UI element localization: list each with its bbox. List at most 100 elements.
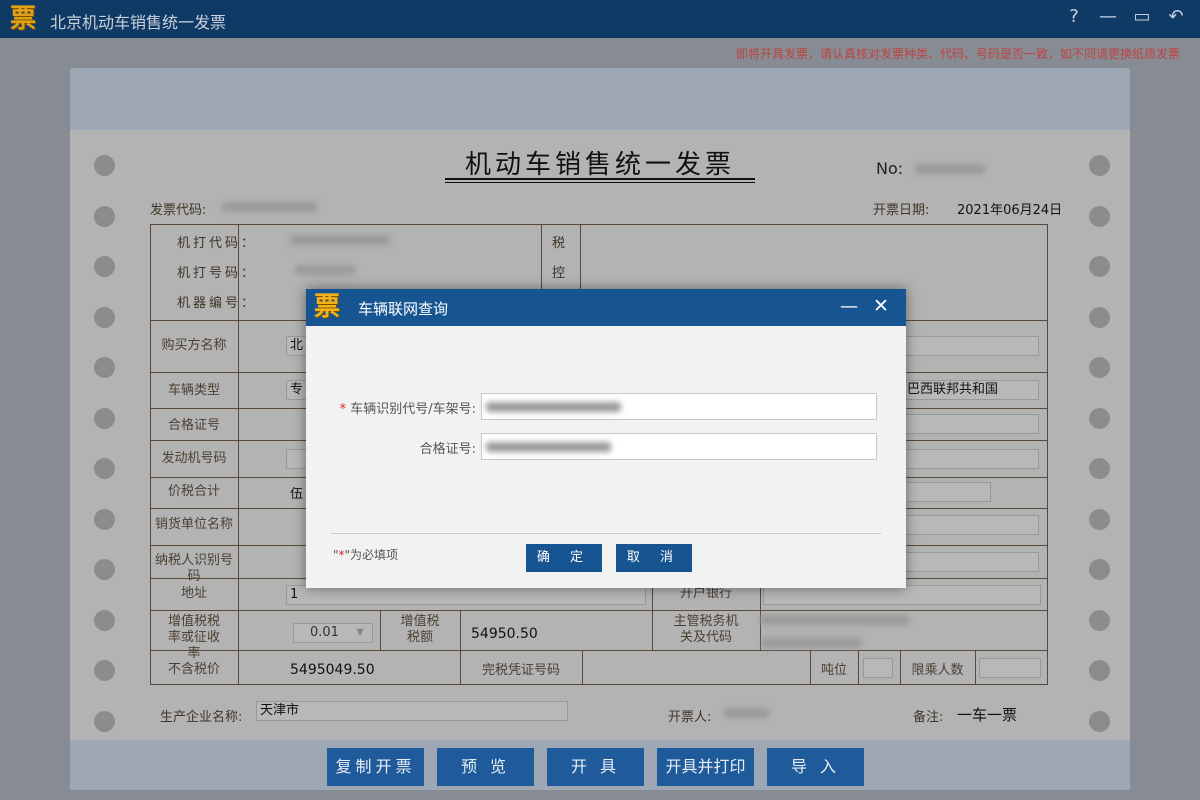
invoice-date: 2021年06月24日 [957, 199, 1062, 218]
table-row-divider [150, 650, 1048, 651]
seller-extra-input[interactable] [905, 515, 1039, 535]
dialog-minimize-button[interactable]: — [840, 296, 858, 317]
issue-and-print-button[interactable]: 开具并打印 [657, 748, 754, 786]
bank-label: 开户银行 [652, 586, 760, 602]
dialog-header: 票 车辆联网查询 — ✕ [306, 289, 906, 326]
paper-hole [94, 509, 115, 530]
table-divider [858, 650, 859, 685]
total-label: 价税合计 [150, 484, 238, 500]
cert-no-value [486, 442, 611, 452]
vin-label-text: 车辆识别代号/车架号: [350, 402, 476, 417]
vat-rate-value: 0.01 [310, 625, 339, 640]
vin-label: * 车辆识别代号/车架号: [306, 398, 476, 417]
tax-authority-code [762, 638, 862, 648]
app-title: 北京机动车销售统一发票 [50, 9, 226, 33]
dialog-divider [331, 533, 881, 534]
confirm-button[interactable]: 确 定 [526, 544, 602, 572]
taxpayer-extra-input[interactable] [905, 552, 1039, 572]
required-note: "*"为必填项 [333, 546, 398, 563]
table-row-divider [150, 610, 1048, 611]
tax-control-label-1: 税 [552, 232, 565, 251]
remark-label: 备注: [913, 706, 943, 725]
invoice-title: 机动车销售统一发票 [0, 144, 1200, 181]
paper-hole [94, 660, 115, 681]
paper-hole [94, 559, 115, 580]
tax-control-label-2: 控 [552, 262, 565, 281]
buyer-extra-input[interactable] [905, 336, 1039, 356]
chevron-down-icon: ▼ [356, 624, 364, 642]
paper-hole [1089, 206, 1110, 227]
back-button[interactable]: ↶ [1164, 6, 1188, 27]
preview-button[interactable]: 预 览 [437, 748, 534, 786]
cert-no-label: 合格证号: [306, 438, 476, 457]
paper-hole [1089, 559, 1110, 580]
paper-hole [94, 408, 115, 429]
machine-no-value [295, 265, 355, 275]
vat-amount-label: 增值税税额 [396, 614, 444, 646]
invoice-code-label: 发票代码: [150, 199, 206, 218]
origin-input[interactable]: 巴西联邦共和国 [903, 380, 1039, 400]
total-lower-input[interactable] [905, 482, 991, 502]
app-logo-icon: 票 [8, 4, 38, 34]
machine-no-label: 机打号码： [177, 262, 257, 281]
issue-button[interactable]: 开 具 [547, 748, 644, 786]
paper-hole [94, 711, 115, 732]
vat-rate-label: 增值税税率或征收率 [162, 614, 226, 662]
table-divider [760, 578, 761, 650]
taxpayer-id-label: 纳税人识别号码 [150, 553, 238, 585]
vin-value [486, 402, 621, 412]
table-divider [582, 650, 583, 685]
paper-hole [1089, 610, 1110, 631]
table-divider [380, 610, 381, 650]
vat-rate-select[interactable]: 0.01 ▼ [293, 623, 373, 643]
dialog-close-button[interactable]: ✕ [873, 295, 889, 317]
maximize-button[interactable]: ▭ [1130, 6, 1154, 27]
paper-hole [94, 357, 115, 378]
issuer-value [724, 708, 769, 718]
total-value: 伍 [290, 483, 303, 502]
passengers-label: 限乘人数 [900, 663, 975, 679]
cert-extra-input[interactable] [905, 414, 1039, 434]
paper-hole [1089, 408, 1110, 429]
title-bar: 票 北京机动车销售统一发票 ? — ▭ ↶ [0, 0, 1200, 38]
paper-hole [1089, 711, 1110, 732]
note-text: "为必填项 [345, 548, 399, 562]
paper-hole [1089, 357, 1110, 378]
tax-authority-label: 主管税务机关及代码 [672, 614, 740, 646]
paper-header-band [70, 68, 1130, 130]
buyer-label: 购买方名称 [150, 338, 238, 354]
engine-label: 发动机号码 [150, 451, 238, 467]
vin-input[interactable] [481, 393, 877, 420]
paper-hole [94, 610, 115, 631]
paper-hole [94, 307, 115, 328]
manufacturer-label: 生产企业名称: [160, 706, 242, 725]
remark-value: 一车一票 [957, 704, 1017, 725]
vehicle-query-dialog: 票 车辆联网查询 — ✕ * 车辆识别代号/车架号: 合格证号: "*"为必填项… [306, 289, 906, 588]
tonnage-input[interactable] [863, 658, 893, 678]
manufacturer-input[interactable]: 天津市 [256, 701, 568, 721]
import-button[interactable]: 导 入 [767, 748, 864, 786]
invoice-code-value [222, 202, 317, 212]
bank-input[interactable] [763, 585, 1041, 605]
copy-issue-button[interactable]: 复制开票 [327, 748, 424, 786]
cert-label: 合格证号 [150, 418, 238, 434]
vehicle-type-label: 车辆类型 [150, 383, 238, 399]
engine-extra-input[interactable] [905, 449, 1039, 469]
tax-voucher-label: 完税凭证号码 [460, 663, 582, 679]
invoice-no-value [915, 164, 985, 174]
vat-amount-value: 54950.50 [471, 626, 538, 642]
address-input[interactable]: 1 [286, 585, 646, 605]
required-mark: * [340, 402, 347, 417]
tonnage-label: 吨位 [810, 663, 858, 679]
invoice-no-label: No: [876, 159, 903, 178]
paper-hole [1089, 509, 1110, 530]
cancel-button[interactable]: 取 消 [616, 544, 692, 572]
paper-hole [94, 206, 115, 227]
warning-notice: 即将开具发票，请认真核对发票种类、代码、号码是否一致，如不同请更换纸质发票 [736, 45, 1180, 62]
help-button[interactable]: ? [1062, 6, 1086, 27]
cert-no-input[interactable] [481, 433, 877, 460]
minimize-button[interactable]: — [1096, 6, 1120, 27]
issuer-label: 开票人: [668, 706, 711, 725]
pretax-value: 5495049.50 [290, 662, 375, 678]
passengers-input[interactable] [979, 658, 1041, 678]
